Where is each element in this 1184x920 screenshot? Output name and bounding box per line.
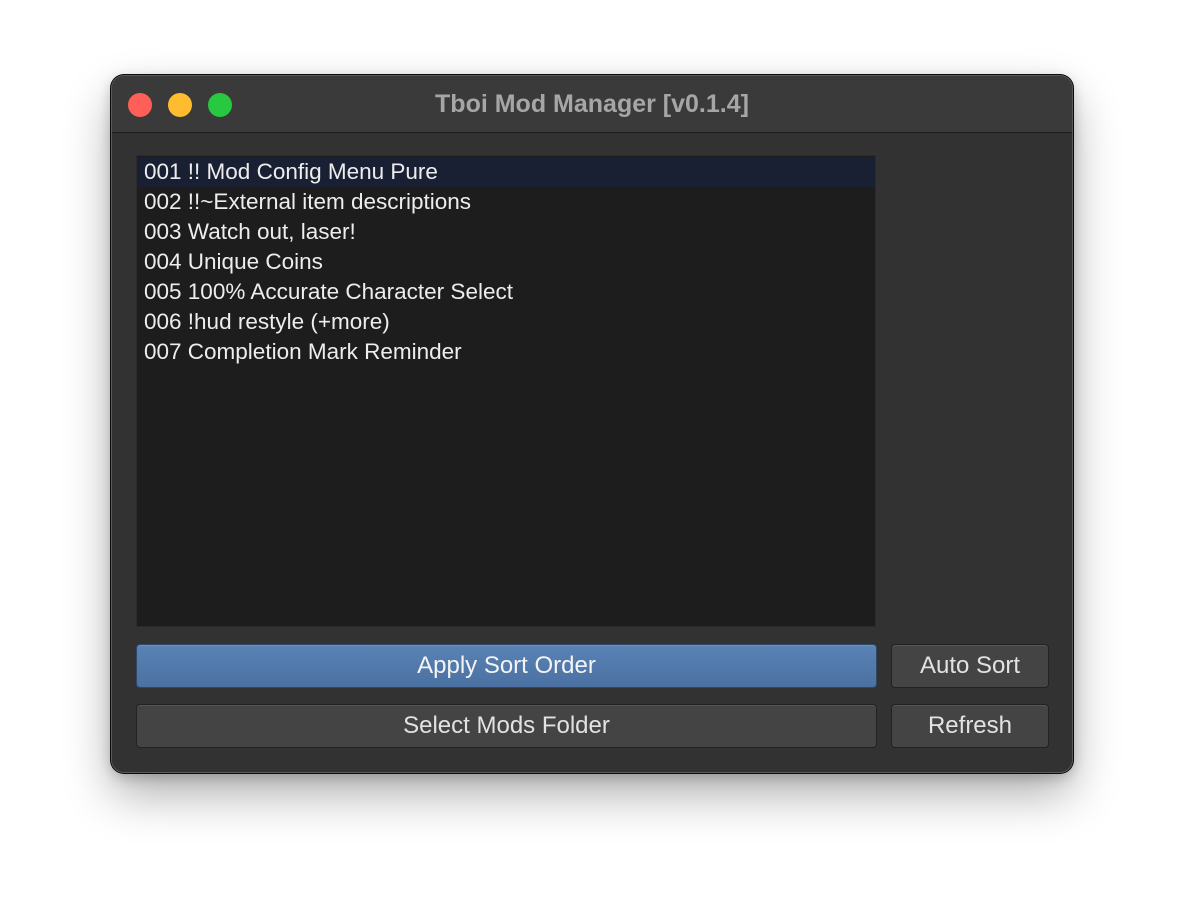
mod-list-item[interactable]: 006 !hud restyle (+more) xyxy=(137,307,875,337)
select-mods-folder-button[interactable]: Select Mods Folder xyxy=(136,704,877,748)
mod-list-item[interactable]: 005 100% Accurate Character Select xyxy=(137,277,875,307)
app-window: Tboi Mod Manager [v0.1.4] 001 !! Mod Con… xyxy=(112,76,1072,772)
mod-list-item[interactable]: 004 Unique Coins xyxy=(137,247,875,277)
zoom-window-button[interactable] xyxy=(208,93,232,117)
mod-list-item[interactable]: 003 Watch out, laser! xyxy=(137,217,875,247)
minimize-window-button[interactable] xyxy=(168,93,192,117)
apply-sort-order-button[interactable]: Apply Sort Order xyxy=(136,644,877,688)
refresh-button[interactable]: Refresh xyxy=(891,704,1049,748)
mod-list-item[interactable]: 001 !! Mod Config Menu Pure xyxy=(137,157,875,187)
window-title: Tboi Mod Manager [v0.1.4] xyxy=(435,90,749,118)
mod-list-item[interactable]: 002 !!~External item descriptions xyxy=(137,187,875,217)
title-bar[interactable]: Tboi Mod Manager [v0.1.4] xyxy=(112,76,1072,133)
close-window-button[interactable] xyxy=(128,93,152,117)
auto-sort-button[interactable]: Auto Sort xyxy=(891,644,1049,688)
mod-list-item[interactable]: 007 Completion Mark Reminder xyxy=(137,337,875,367)
mod-list[interactable]: 001 !! Mod Config Menu Pure 002 !!~Exter… xyxy=(136,155,876,627)
